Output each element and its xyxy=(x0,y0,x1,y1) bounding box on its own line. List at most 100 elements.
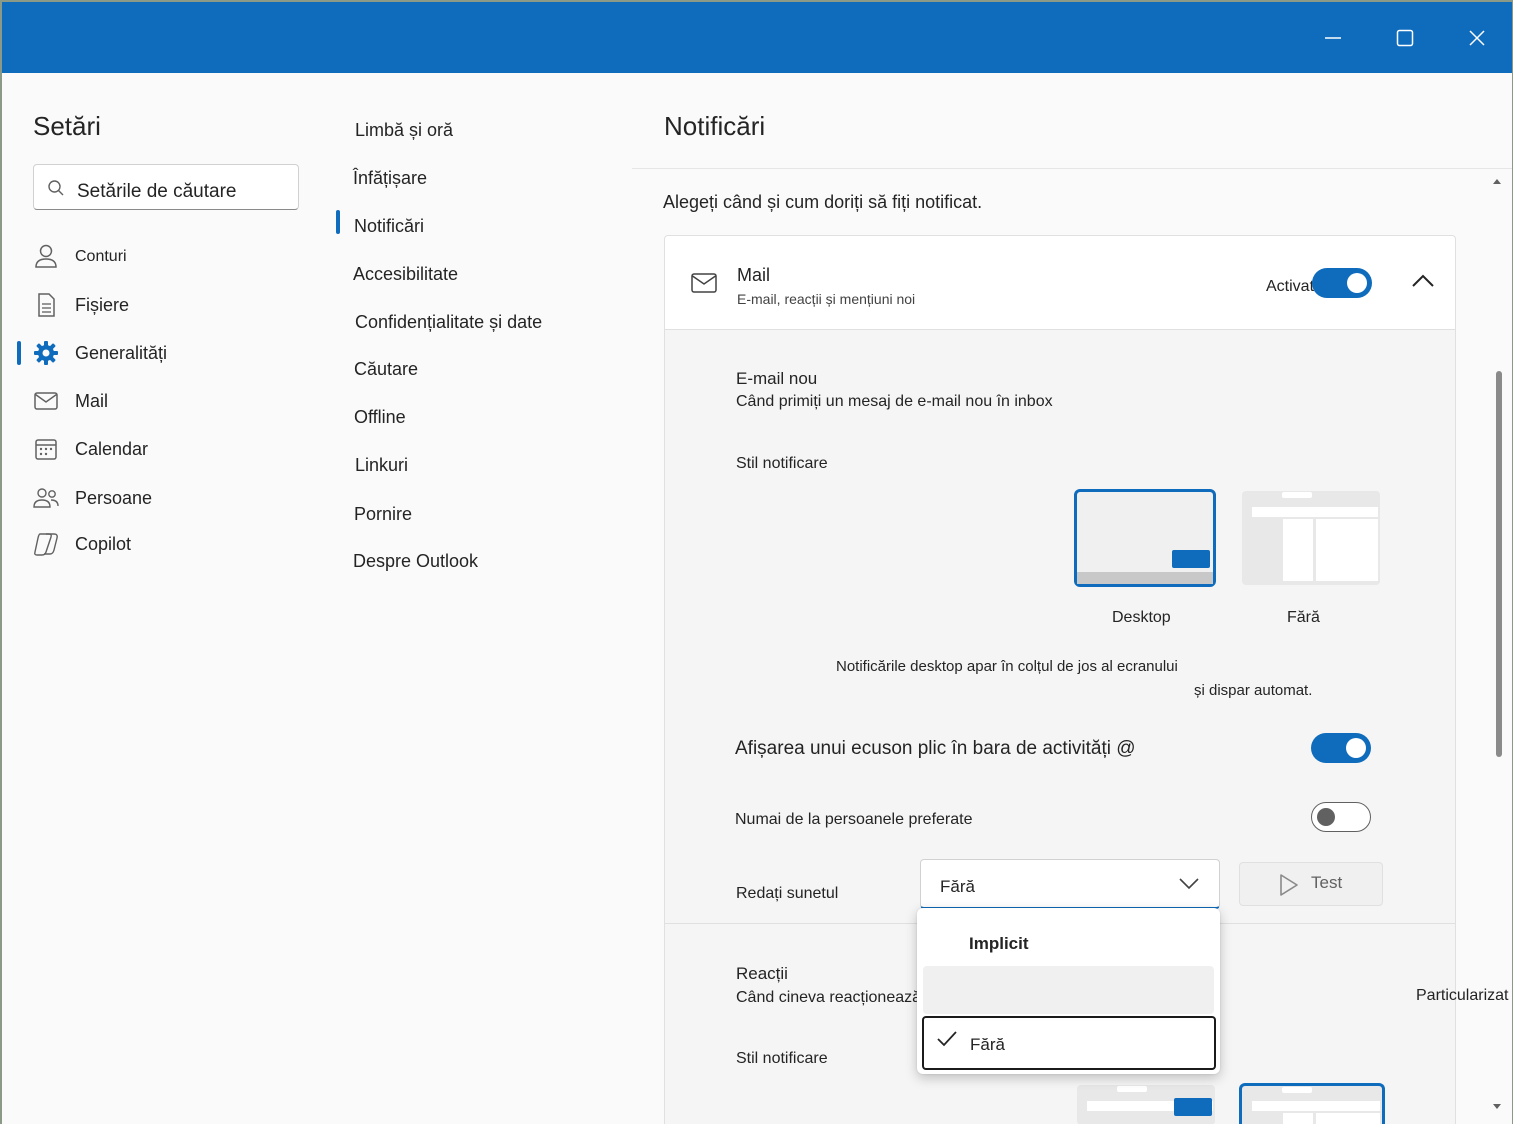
sound-dropdown[interactable]: Fără xyxy=(920,859,1220,909)
maximize-icon xyxy=(1396,29,1414,46)
mail-notifications-card: Mail E-mail, reacții și mențiuni noi Act… xyxy=(664,235,1456,329)
menu-option-fara[interactable]: Fără xyxy=(922,1016,1216,1070)
chevron-down-icon xyxy=(1179,878,1199,890)
title-bar xyxy=(2,2,1512,73)
mail-card-subtitle: E-mail, reacții și mențiuni noi xyxy=(737,291,916,307)
toggle-knob xyxy=(1347,273,1367,293)
sidebar-item-label: Copilot xyxy=(75,534,132,554)
mail-toggle-state: Activat xyxy=(1266,278,1315,295)
badge-toggle[interactable] xyxy=(1311,733,1371,763)
search-icon xyxy=(48,180,64,196)
search-placeholder: Setările de căutare xyxy=(77,181,237,202)
subnav-item-notificari[interactable]: Notificări xyxy=(354,216,424,237)
subnav-item-confidentialitate[interactable]: Confidențialitate și date xyxy=(355,312,542,333)
checkmark-icon xyxy=(937,1031,957,1047)
desktop-preview xyxy=(1077,1085,1215,1124)
sound-options-menu: Implicit Fără xyxy=(917,908,1220,1074)
gear-icon xyxy=(34,341,58,365)
page-intro: Alegeți când și cum doriți să fiți notif… xyxy=(663,192,983,212)
sidebar-item-calendar[interactable]: Calendar xyxy=(32,429,322,469)
style-option-none[interactable] xyxy=(1242,491,1384,589)
chevron-up-icon[interactable] xyxy=(1411,273,1435,289)
sidebar-item-label: Mail xyxy=(75,391,109,411)
favorites-label: Numai de la persoanele preferate xyxy=(735,811,973,828)
settings-search-input[interactable]: Setările de căutare xyxy=(33,164,299,210)
desktop-help-line1: Notificările desktop apar în colțul de j… xyxy=(836,658,1178,675)
subnav-item-offline[interactable]: Offline xyxy=(354,407,406,428)
notification-style-label: Stil notificare xyxy=(736,455,828,472)
subnav-item-accesibilitate[interactable]: Accesibilitate xyxy=(353,264,458,285)
sidebar-item-label: Fișiere xyxy=(75,295,130,315)
reactions-desc: Când cineva reacționează xyxy=(736,989,922,1006)
mail-icon xyxy=(691,273,717,293)
test-sound-button[interactable]: Test xyxy=(1239,862,1383,906)
settings-sidebar: Setări Setările de căutare Conturi Fișie… xyxy=(2,73,332,1124)
sidebar-item-label: Generalități xyxy=(75,343,168,363)
play-icon xyxy=(1280,874,1298,896)
none-preview xyxy=(1242,491,1380,585)
sidebar-item-copilot[interactable]: Copilot xyxy=(32,524,322,564)
desktop-help-line2: și dispar automat. xyxy=(1194,682,1313,699)
sidebar-item-fisiere[interactable]: Fișiere xyxy=(32,285,322,325)
copilot-icon xyxy=(34,533,58,556)
menu-option-label: Implicit xyxy=(969,934,1029,953)
mail-icon xyxy=(34,392,58,410)
badge-label: Afișarea unui ecuson plic în bara de act… xyxy=(735,738,1136,759)
style-option-desktop[interactable] xyxy=(1074,489,1216,587)
header-divider xyxy=(632,168,1512,169)
none-preview xyxy=(1252,1087,1380,1124)
test-button-label: Test xyxy=(1311,873,1343,892)
sidebar-item-label: Calendar xyxy=(75,439,149,459)
subnav-item-linkuri[interactable]: Linkuri xyxy=(355,455,408,476)
people-icon xyxy=(33,488,59,508)
new-email-title: E-mail nou xyxy=(736,369,818,388)
menu-option-blank[interactable] xyxy=(923,966,1214,1014)
menu-option-implicit[interactable]: Implicit xyxy=(923,920,1214,968)
new-email-desc: Când primiți un mesaj de e-mail nou în i… xyxy=(736,393,1053,410)
menu-option-label: Fără xyxy=(970,1035,1005,1054)
person-icon xyxy=(35,244,57,268)
sidebar-item-conturi[interactable]: Conturi xyxy=(32,236,322,276)
sidebar-item-label: Conturi xyxy=(75,248,127,265)
sidebar-item-mail[interactable]: Mail xyxy=(32,381,322,421)
close-button[interactable] xyxy=(1441,2,1512,73)
settings-title: Setări xyxy=(33,111,101,141)
active-indicator xyxy=(17,341,21,365)
sidebar-item-generalitati[interactable]: Generalități xyxy=(32,333,322,373)
reactions-customize-label[interactable]: Particularizat xyxy=(1416,987,1508,1005)
close-icon xyxy=(1469,29,1485,46)
style-caption-desktop: Desktop xyxy=(1112,609,1171,626)
subnav-item-cautare[interactable]: Căutare xyxy=(354,359,418,380)
reactions-style-option-desktop[interactable] xyxy=(1077,1085,1215,1124)
document-icon xyxy=(38,293,55,317)
reactions-style-option-none[interactable] xyxy=(1239,1083,1385,1124)
reactions-style-label: Stil notificare xyxy=(736,1050,828,1067)
subnav-item-pornire[interactable]: Pornire xyxy=(354,504,412,525)
minimize-button[interactable] xyxy=(1297,2,1369,73)
subnav-item-infatisare[interactable]: Înfățișare xyxy=(353,168,427,189)
mail-notifications-toggle[interactable] xyxy=(1312,268,1372,298)
favorites-toggle[interactable] xyxy=(1311,802,1371,832)
sound-dropdown-value: Fără xyxy=(940,877,975,896)
reactions-title: Reacții xyxy=(736,964,788,983)
calendar-icon xyxy=(35,439,57,460)
scroll-up-icon[interactable] xyxy=(1492,177,1502,185)
desktop-preview xyxy=(1077,550,1213,584)
sound-label: Redați sunetul xyxy=(736,885,839,902)
settings-window: Setări Setările de căutare Conturi Fișie… xyxy=(2,2,1512,1124)
toggle-knob xyxy=(1346,738,1366,758)
style-caption-none: Fără xyxy=(1287,609,1320,626)
maximize-button[interactable] xyxy=(1369,2,1441,73)
subnav-item-despre[interactable]: Despre Outlook xyxy=(353,551,478,572)
subnav-item-limba[interactable]: Limbă și oră xyxy=(355,120,453,141)
scroll-down-icon[interactable] xyxy=(1492,1103,1502,1111)
mail-card-title: Mail xyxy=(737,265,771,285)
sidebar-item-persoane[interactable]: Persoane xyxy=(32,478,322,518)
sidebar-item-label: Persoane xyxy=(75,488,153,508)
toggle-knob xyxy=(1317,808,1335,826)
page-title: Notificări xyxy=(664,111,766,141)
subnav-active-indicator xyxy=(336,210,340,234)
scrollbar-thumb[interactable] xyxy=(1496,371,1502,757)
minimize-icon xyxy=(1325,36,1341,39)
general-subnav: Limbă și oră Înfățișare Notificări Acces… xyxy=(332,73,632,1124)
